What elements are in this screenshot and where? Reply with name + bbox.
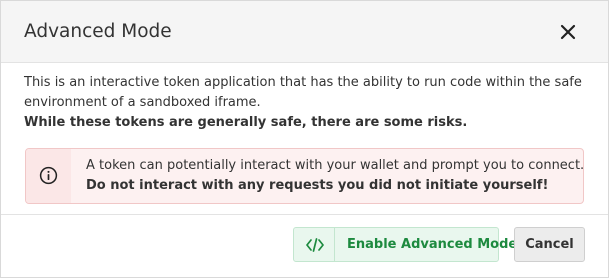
- description-line-1: This is an interactive token application…: [24, 75, 582, 90]
- alert-text: A token can potentially interact with yo…: [86, 156, 584, 196]
- warning-alert: A token can potentially interact with yo…: [25, 148, 584, 204]
- info-icon: [39, 166, 58, 185]
- dialog-header: Advanced Mode: [1, 1, 608, 63]
- cancel-button[interactable]: Cancel: [514, 227, 585, 262]
- cancel-label: Cancel: [525, 237, 574, 252]
- button-separator: [334, 228, 335, 261]
- advanced-mode-dialog: Advanced Mode This is an interactive tok…: [0, 0, 609, 278]
- description-line-2: environment of a sandboxed iframe.: [24, 95, 261, 110]
- dialog-title: Advanced Mode: [24, 21, 172, 42]
- close-icon: [560, 24, 576, 40]
- close-button[interactable]: [556, 20, 580, 44]
- code-icon: [306, 238, 324, 252]
- alert-icon-cell: [26, 149, 71, 203]
- alert-line-1: A token can potentially interact with yo…: [86, 158, 584, 173]
- enable-advanced-mode-button[interactable]: Enable Advanced Mode: [293, 227, 517, 262]
- dialog-description: This is an interactive token application…: [24, 73, 586, 133]
- enable-advanced-mode-label: Enable Advanced Mode: [347, 237, 518, 252]
- alert-line-2: Do not interact with any requests you di…: [86, 178, 549, 193]
- footer-divider: [1, 214, 608, 215]
- description-warning: While these tokens are generally safe, t…: [24, 115, 468, 130]
